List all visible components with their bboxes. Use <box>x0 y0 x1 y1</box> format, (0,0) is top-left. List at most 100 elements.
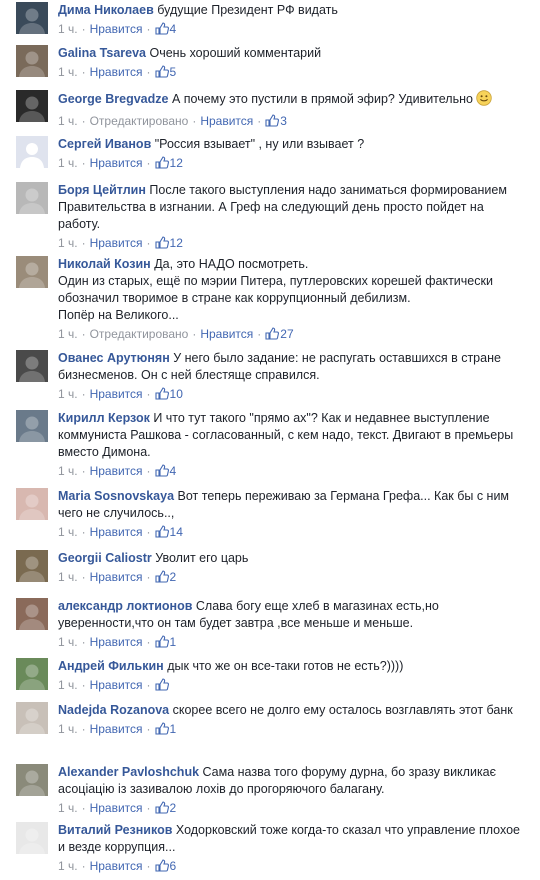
like-link[interactable]: Нравится <box>90 65 143 79</box>
avatar[interactable] <box>16 598 48 630</box>
like-link[interactable]: Нравится <box>90 801 143 815</box>
timestamp[interactable]: 1 ч. <box>58 678 78 692</box>
thumbs-up-icon[interactable] <box>154 65 169 83</box>
like-link[interactable]: Нравится <box>90 464 143 478</box>
like-link[interactable]: Нравится <box>90 387 143 401</box>
commenter-name[interactable]: Дима Николаев <box>58 3 154 17</box>
thumbs-up-icon[interactable] <box>154 635 169 653</box>
like-count[interactable]: 2 <box>170 801 177 815</box>
avatar[interactable] <box>16 702 48 734</box>
commenter-name[interactable]: Кирилл Керзок <box>58 411 150 425</box>
like-link[interactable]: Нравится <box>90 156 143 170</box>
thumbs-up-icon[interactable] <box>154 387 169 405</box>
timestamp[interactable]: 1 ч. <box>58 635 78 649</box>
avatar[interactable] <box>16 488 48 520</box>
avatar[interactable] <box>16 256 48 288</box>
timestamp[interactable]: 1 ч. <box>58 525 78 539</box>
timestamp[interactable]: 1 ч. <box>58 801 78 815</box>
timestamp[interactable]: 1 ч. <box>58 22 78 36</box>
like-link[interactable]: Нравится <box>90 525 143 539</box>
commenter-name[interactable]: Николай Козин <box>58 257 151 271</box>
edited-label[interactable]: Отредактировано <box>90 327 189 341</box>
like-count[interactable]: 14 <box>170 525 183 539</box>
separator: · <box>146 387 151 401</box>
thumbs-up-icon[interactable] <box>154 678 169 696</box>
thumbs-up-icon[interactable] <box>154 859 169 877</box>
avatar[interactable] <box>16 822 48 854</box>
timestamp[interactable]: 1 ч. <box>58 464 78 478</box>
thumbs-up-icon[interactable] <box>154 570 169 588</box>
separator: · <box>81 801 86 815</box>
like-link[interactable]: Нравится <box>90 859 143 873</box>
commenter-name[interactable]: Сергей Иванов <box>58 137 151 151</box>
like-link[interactable]: Нравится <box>90 722 143 736</box>
timestamp[interactable]: 1 ч. <box>58 65 78 79</box>
like-link[interactable]: Нравится <box>90 635 143 649</box>
thumbs-up-icon[interactable] <box>265 327 280 345</box>
commenter-name[interactable]: Galina Tsareva <box>58 46 146 60</box>
like-count[interactable]: 1 <box>170 635 177 649</box>
comment-content: Кирилл Керзок И что тут такого "прямо ах… <box>58 410 528 461</box>
separator: · <box>81 635 86 649</box>
like-link[interactable]: Нравится <box>90 678 143 692</box>
avatar[interactable] <box>16 90 48 122</box>
commenter-name[interactable]: Ованес Арутюнян <box>58 351 170 365</box>
commenter-name[interactable]: александр локтионов <box>58 599 192 613</box>
commenter-name[interactable]: George Bregvadze <box>58 92 168 106</box>
like-count[interactable]: 5 <box>170 65 177 79</box>
timestamp[interactable]: 1 ч. <box>58 114 78 128</box>
like-count[interactable]: 12 <box>170 236 183 250</box>
like-link[interactable]: Нравится <box>200 114 253 128</box>
timestamp[interactable]: 1 ч. <box>58 859 78 873</box>
commenter-name[interactable]: Виталий Резников <box>58 823 172 837</box>
comment-content: Сергей Иванов "Россия взывает" , ну или … <box>58 136 528 153</box>
avatar[interactable] <box>16 136 48 168</box>
commenter-name[interactable]: Georgii Caliostr <box>58 551 152 565</box>
like-count[interactable]: 6 <box>170 859 177 873</box>
avatar[interactable] <box>16 350 48 382</box>
like-count[interactable]: 12 <box>170 156 183 170</box>
like-count[interactable]: 4 <box>170 22 177 36</box>
thumbs-up-icon[interactable] <box>154 22 169 40</box>
avatar[interactable] <box>16 550 48 582</box>
commenter-name[interactable]: Maria Sosnovskaya <box>58 489 174 503</box>
commenter-name[interactable]: Андрей Филькин <box>58 659 164 673</box>
avatar[interactable] <box>16 45 48 77</box>
thumbs-up-icon[interactable] <box>154 156 169 174</box>
commenter-name[interactable]: Alexander Pavloshchuk <box>58 765 199 779</box>
like-count[interactable]: 1 <box>170 722 177 736</box>
avatar[interactable] <box>16 764 48 796</box>
avatar[interactable] <box>16 2 48 34</box>
separator: · <box>146 570 151 584</box>
like-count[interactable]: 2 <box>170 570 177 584</box>
timestamp[interactable]: 1 ч. <box>58 236 78 250</box>
timestamp[interactable]: 1 ч. <box>58 570 78 584</box>
avatar[interactable] <box>16 182 48 214</box>
thumbs-up-icon[interactable] <box>154 722 169 740</box>
thumbs-up-icon[interactable] <box>265 114 280 132</box>
like-link[interactable]: Нравится <box>90 22 143 36</box>
thumbs-up-icon[interactable] <box>154 525 169 543</box>
timestamp[interactable]: 1 ч. <box>58 156 78 170</box>
commenter-name[interactable]: Nadejda Rozanova <box>58 703 169 717</box>
timestamp[interactable]: 1 ч. <box>58 387 78 401</box>
separator: · <box>146 801 151 815</box>
avatar[interactable] <box>16 658 48 690</box>
thumbs-up-icon[interactable] <box>154 464 169 482</box>
thumbs-up-icon[interactable] <box>154 236 169 254</box>
like-count[interactable]: 10 <box>170 387 183 401</box>
commenter-name[interactable]: Боря Цейтлин <box>58 183 146 197</box>
thumbs-up-icon[interactable] <box>154 801 169 819</box>
timestamp[interactable]: 1 ч. <box>58 327 78 341</box>
avatar[interactable] <box>16 410 48 442</box>
like-count[interactable]: 27 <box>280 327 293 341</box>
separator: · <box>146 859 151 873</box>
comment-list: Дима Николаев будущие Президент РФ видат… <box>0 0 540 880</box>
edited-label[interactable]: Отредактировано <box>90 114 189 128</box>
like-link[interactable]: Нравится <box>90 570 143 584</box>
like-link[interactable]: Нравится <box>90 236 143 250</box>
timestamp[interactable]: 1 ч. <box>58 722 78 736</box>
like-count[interactable]: 3 <box>280 114 287 128</box>
like-count[interactable]: 4 <box>170 464 177 478</box>
like-link[interactable]: Нравится <box>200 327 253 341</box>
